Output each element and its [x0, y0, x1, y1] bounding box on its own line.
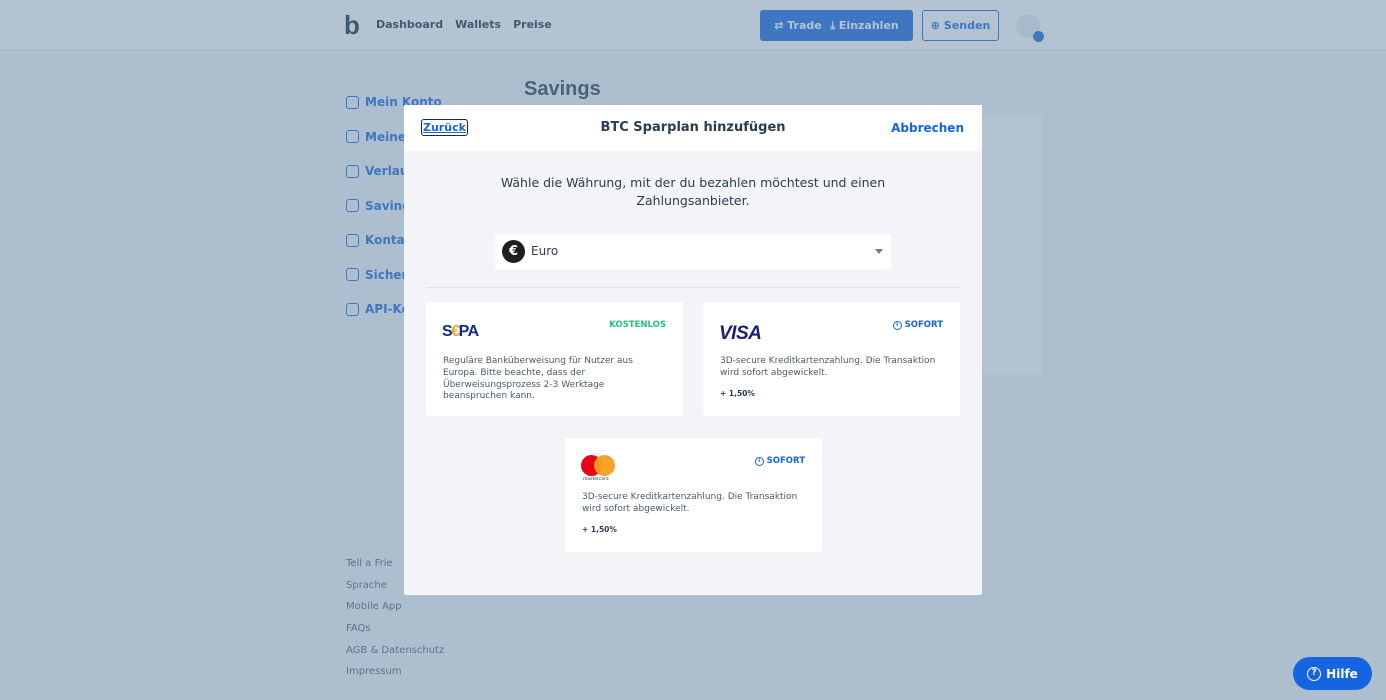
modal-header: Zurück BTC Sparplan hinzufügen Abbrechen [404, 105, 982, 151]
mastercard-yellow-circle [594, 455, 615, 476]
chevron-down-icon [875, 249, 883, 254]
provider-fee: + 1,50% [582, 525, 617, 534]
mastercard-wordmark: mastercard [583, 477, 609, 482]
free-badge-label: KOSTENLOS [609, 320, 666, 330]
provider-description: Reguläre Banküberweisung für Nutzer aus … [443, 356, 633, 402]
sepa-logo-pa: PA [458, 323, 480, 340]
provider-card-visa[interactable]: VISA i SOFORT 3D-secure Kreditkartenzahl… [703, 302, 960, 416]
euro-icon: € [502, 240, 525, 263]
instant-badge-label: SOFORT [766, 456, 805, 466]
info-icon: i [892, 320, 902, 330]
add-savings-plan-modal: Zurück BTC Sparplan hinzufügen Abbrechen… [404, 105, 982, 595]
provider-description: 3D-secure Kreditkartenzahlung. Die Trans… [582, 492, 798, 514]
instant-badge: i SOFORT [892, 320, 943, 330]
provider-description: 3D-secure Kreditkartenzahlung. Die Trans… [720, 356, 936, 378]
instruction-text: Wähle die Währung, mit der du bezahlen m… [500, 175, 886, 208]
visa-logo: VISA [719, 323, 762, 344]
provider-card-mastercard[interactable]: mastercard i SOFORT 3D-secure Kreditkart… [565, 438, 822, 552]
free-badge: KOSTENLOS [609, 320, 666, 330]
help-label: Hilfe [1326, 666, 1358, 681]
help-icon: ? [1307, 666, 1322, 681]
instant-badge-label: SOFORT [904, 320, 943, 330]
currency-select[interactable]: € Euro [495, 234, 891, 269]
info-icon: i [754, 456, 764, 466]
provider-fee: + 1,50% [720, 389, 755, 398]
instant-badge: i SOFORT [754, 456, 805, 466]
divider [426, 287, 960, 288]
cancel-link[interactable]: Abbrechen [891, 121, 964, 135]
help-button[interactable]: ? Hilfe [1293, 657, 1372, 690]
sepa-logo: S € PA [442, 324, 479, 340]
provider-card-sepa[interactable]: S € PA KOSTENLOS Reguläre Banküberweisung … [426, 302, 683, 416]
currency-select-value: Euro [531, 244, 559, 258]
mastercard-logo: mastercard [581, 455, 617, 485]
